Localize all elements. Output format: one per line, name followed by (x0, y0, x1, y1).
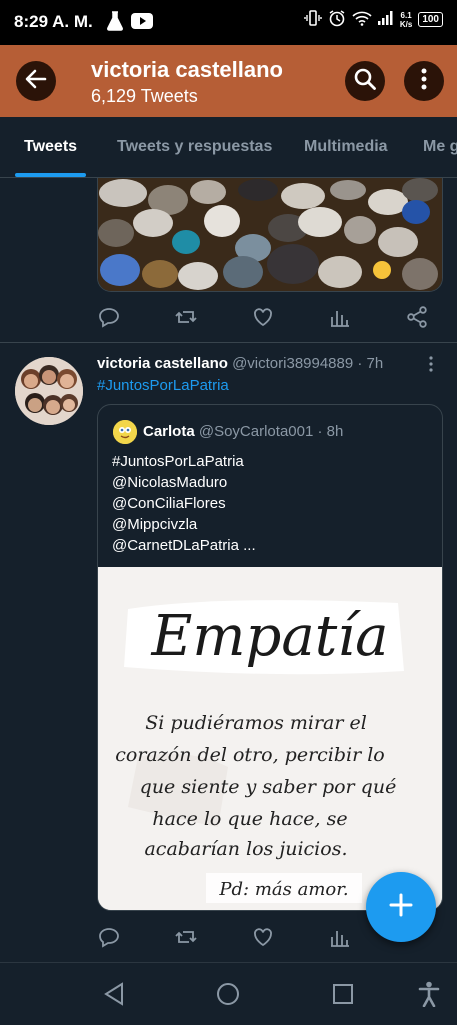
like-icon[interactable] (251, 925, 275, 949)
compose-tweet-button[interactable] (366, 872, 436, 942)
quoted-author-line: Carlota @SoyCarlota001 · 8h (143, 423, 343, 440)
nav-back-icon[interactable] (103, 982, 125, 1011)
back-arrow-icon (25, 68, 47, 95)
more-options-button[interactable] (404, 61, 444, 101)
quoted-media-image[interactable]: Empatía Si pudiéramos mirar el corazón d… (98, 567, 442, 910)
tweet-time: · 7h (357, 355, 384, 372)
image-body-line: Si pudiéramos mirar el (145, 712, 367, 734)
search-button[interactable] (345, 61, 385, 101)
net-speed-unit: K/s (399, 19, 413, 29)
nav-recents-icon[interactable] (332, 983, 354, 1010)
quoted-text-line: @CarnetDLaPatria ... (112, 537, 256, 554)
battery-indicator: 100 (418, 12, 443, 27)
analytics-icon[interactable] (328, 925, 352, 949)
network-speed: 6.1 K/s (400, 11, 412, 29)
retweet-icon[interactable] (174, 925, 198, 949)
accessibility-icon[interactable] (418, 981, 440, 1012)
share-icon[interactable] (405, 305, 429, 329)
quoted-tweet-card[interactable]: Carlota @SoyCarlota001 · 8h #JuntosPorLa… (97, 404, 443, 911)
status-bar: 8:29 A. M. 6.1 K/s 100 (0, 0, 457, 45)
tab-tweets-and-replies[interactable]: Tweets y respuestas (117, 138, 272, 156)
quoted-text-line: #JuntosPorLaPatria (112, 453, 244, 470)
author-name[interactable]: victoria castellano (97, 355, 228, 372)
status-icons: 6.1 K/s 100 (304, 9, 443, 30)
quoted-text-line: @ConCiliaFlores (112, 495, 226, 512)
tweet-hashtag[interactable]: #JuntosPorLaPatria (97, 377, 229, 394)
system-nav-bar (0, 962, 457, 1025)
reply-icon[interactable] (97, 925, 121, 949)
alarm-icon (328, 9, 346, 30)
retweet-icon[interactable] (174, 305, 198, 329)
tweet-divider (0, 342, 457, 343)
quoted-tweet-time: · 8h (317, 423, 344, 440)
tab-likes[interactable]: Me g (423, 138, 457, 156)
active-tab-indicator (15, 173, 86, 177)
image-body-line: que siente y saber por qué (140, 776, 397, 798)
like-icon[interactable] (251, 305, 275, 329)
wifi-icon (352, 10, 372, 29)
quoted-author-avatar (113, 420, 137, 444)
signal-icon (377, 11, 394, 28)
reply-icon[interactable] (97, 305, 121, 329)
quoted-author-name: Carlota (143, 423, 195, 440)
vibrate-icon (304, 9, 322, 30)
quoted-author-handle: @SoyCarlota001 (198, 423, 314, 440)
tweet-author-line: victoria castellano @victori38994889 · 7… (97, 355, 383, 372)
back-button[interactable] (16, 61, 56, 101)
tweet-count: 6,129 Tweets (91, 86, 198, 106)
tab-tweets[interactable]: Tweets (24, 138, 77, 156)
tweet-more-icon[interactable] (422, 355, 440, 378)
image-title: Empatía (150, 604, 388, 669)
image-signature: Pd: más amor. (218, 879, 348, 900)
flask-icon (107, 11, 123, 36)
search-icon (353, 67, 377, 96)
more-vertical-icon (421, 68, 427, 95)
quoted-text-line: @NicolasMaduro (112, 474, 228, 491)
net-speed-value: 6.1 (400, 10, 412, 20)
image-body-line: acabarían los juicios. (144, 838, 347, 860)
youtube-icon (131, 13, 153, 34)
avatar[interactable] (15, 357, 83, 425)
image-body-line: hace lo que hace, se (152, 808, 347, 830)
status-time: 8:29 A. M. (14, 12, 93, 31)
tab-media[interactable]: Multimedia (304, 138, 388, 156)
image-body-line: corazón del otro, percibir lo (115, 744, 385, 766)
quoted-text-line: @Mippcivzla (112, 516, 198, 533)
nav-home-icon[interactable] (216, 982, 240, 1011)
compose-plus-icon (388, 892, 414, 923)
author-handle[interactable]: @victori38994889 (232, 355, 353, 372)
tweet-actions (97, 305, 427, 329)
tweet-media-image[interactable] (97, 178, 443, 292)
analytics-icon[interactable] (328, 305, 352, 329)
profile-name: victoria castellano (91, 57, 283, 82)
profile-header: victoria castellano 6,129 Tweets (0, 45, 457, 117)
profile-tabs: Tweets Tweets y respuestas Multimedia Me… (0, 117, 457, 178)
